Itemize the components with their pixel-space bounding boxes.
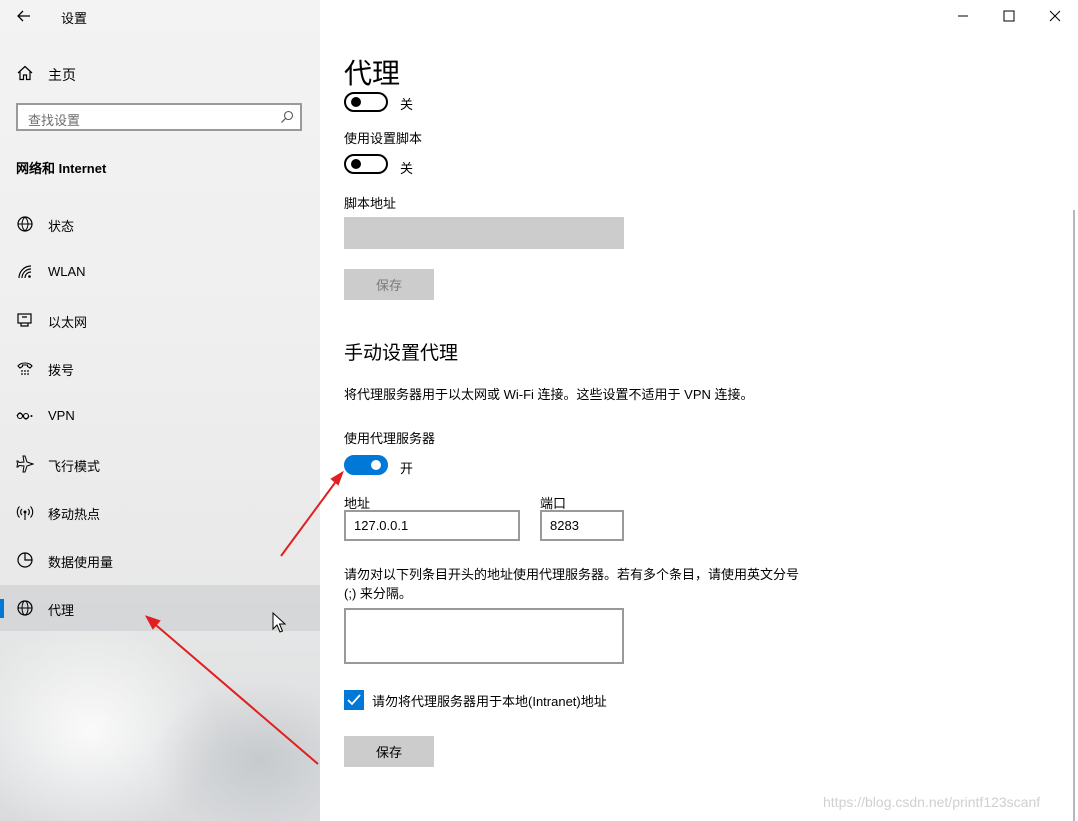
- use-script-toggle-state: 关: [400, 161, 414, 176]
- exceptions-description: 请勿对以下列条目开头的地址使用代理服务器。若有多个条目，请使用英文分号 (;) …: [344, 567, 800, 601]
- script-address-label: 脚本地址: [344, 196, 397, 211]
- port-input[interactable]: 8283: [540, 510, 624, 541]
- sidebar-item-airplane-mode[interactable]: 飞行模式: [0, 441, 320, 487]
- sidebar-item-label: 拨号: [48, 363, 75, 378]
- sidebar-item-data-usage[interactable]: 数据使用量: [0, 537, 320, 583]
- save-button[interactable]: 保存: [344, 736, 434, 767]
- toggle-knob: [351, 159, 361, 169]
- script-save-button[interactable]: 保存: [344, 269, 434, 300]
- sidebar-item-wlan[interactable]: WLAN: [0, 249, 320, 295]
- sidebar-item-label: 数据使用量: [48, 555, 114, 570]
- sidebar-item-label: 飞行模式: [48, 459, 101, 474]
- auto-detect-toggle-state: 关: [400, 97, 414, 112]
- home-icon: [17, 65, 33, 81]
- search-input[interactable]: 查找设置: [16, 103, 302, 131]
- checkmark-icon: [347, 694, 361, 706]
- page-title: 代理: [344, 58, 401, 89]
- bypass-local-checkbox[interactable]: [344, 690, 364, 710]
- manual-proxy-heading: 手动设置代理: [344, 343, 459, 364]
- use-script-label: 使用设置脚本: [344, 131, 423, 146]
- sidebar-item-dialup[interactable]: 拨号: [0, 345, 320, 391]
- sidebar-item-status[interactable]: 状态: [0, 201, 320, 247]
- search-placeholder: 查找设置: [28, 113, 81, 128]
- sidebar-item-label: WLAN: [48, 264, 86, 279]
- use-proxy-label: 使用代理服务器: [344, 431, 436, 446]
- maximize-icon: [1003, 10, 1015, 22]
- nav-home[interactable]: 主页: [0, 56, 320, 90]
- hotspot-icon: [16, 506, 34, 520]
- dialup-icon: [17, 362, 33, 375]
- minimize-button[interactable]: [940, 0, 986, 32]
- toggle-knob: [351, 97, 361, 107]
- airplane-icon: [16, 455, 34, 473]
- use-script-toggle[interactable]: [344, 154, 388, 174]
- wifi-icon: [18, 265, 32, 279]
- acrylic-shadow: [150, 680, 320, 821]
- mouse-cursor-icon: [272, 612, 286, 633]
- section-heading: 网络和 Internet: [16, 161, 107, 176]
- watermark-text: https://blog.csdn.net/printf123scanf: [823, 794, 1041, 810]
- minimize-icon: [958, 15, 968, 17]
- arrow-left-icon: [17, 10, 30, 22]
- title-bar: 设置: [0, 0, 320, 32]
- address-input[interactable]: 127.0.0.1: [344, 510, 520, 541]
- scrollbar[interactable]: [1073, 210, 1075, 821]
- active-indicator: [0, 599, 4, 618]
- close-icon: [1049, 10, 1061, 22]
- status-icon: [17, 216, 33, 232]
- sidebar-item-label: 以太网: [48, 315, 88, 330]
- use-proxy-toggle-state: 开: [400, 461, 414, 476]
- ethernet-icon: [17, 313, 32, 327]
- sidebar-item-label: 移动热点: [48, 507, 101, 522]
- maximize-button[interactable]: [986, 0, 1032, 32]
- main-panel: 代理 关 使用设置脚本 关 脚本地址 保存 手动设置代理 将代理服务器用于以太网…: [320, 0, 1078, 821]
- vpn-icon: [16, 412, 33, 420]
- exceptions-input[interactable]: [344, 608, 624, 664]
- sidebar-item-ethernet[interactable]: 以太网: [0, 297, 320, 343]
- data-usage-icon: [17, 552, 33, 568]
- sidebar-item-label: VPN: [48, 408, 75, 423]
- globe-icon: [17, 600, 33, 616]
- script-address-input[interactable]: [344, 217, 624, 249]
- close-button[interactable]: [1032, 0, 1078, 32]
- sidebar-item-vpn[interactable]: VPN: [0, 393, 320, 439]
- use-proxy-toggle[interactable]: [344, 455, 388, 475]
- bypass-local-label: 请勿将代理服务器用于本地(Intranet)地址: [372, 694, 607, 709]
- sidebar-item-label: 状态: [48, 219, 75, 234]
- sidebar: 设置 主页 查找设置 网络和 Internet 状态 WLAN 以太网 拨号 V…: [0, 0, 320, 821]
- home-label: 主页: [48, 67, 76, 83]
- auto-detect-toggle[interactable]: [344, 92, 388, 112]
- sidebar-item-label: 代理: [48, 603, 75, 618]
- sidebar-item-mobile-hotspot[interactable]: 移动热点: [0, 489, 320, 535]
- manual-proxy-description: 将代理服务器用于以太网或 Wi-Fi 连接。这些设置不适用于 VPN 连接。: [344, 387, 754, 402]
- search-icon: [281, 110, 294, 123]
- app-title: 设置: [61, 11, 88, 26]
- toggle-knob: [371, 460, 381, 470]
- back-button[interactable]: [12, 6, 36, 26]
